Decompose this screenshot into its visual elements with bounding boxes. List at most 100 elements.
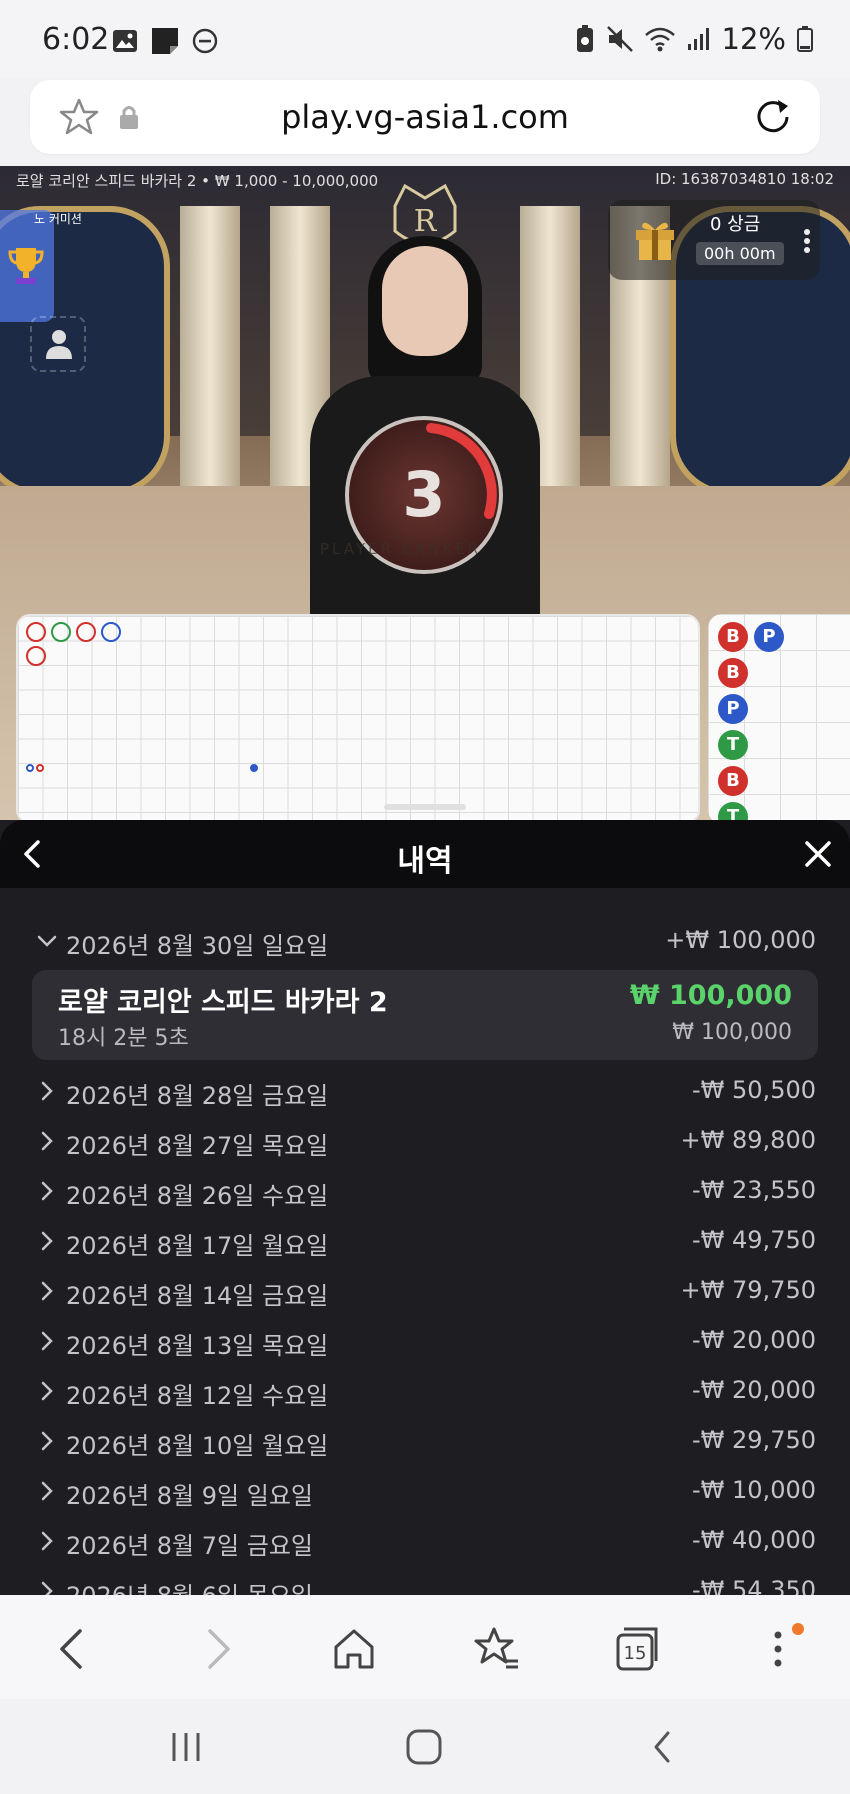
address-bar[interactable]: play.vg-asia1.com [30,80,820,154]
history-group-amount: -₩ 29,750 [692,1426,816,1454]
bead-road-item: P [718,694,748,724]
browser-forward-icon[interactable] [188,1621,244,1677]
prize-timer: 00h 00m [696,242,784,265]
history-group-date: 2026년 8월 30일 일요일 [66,932,329,960]
history-group-amount: +₩ 89,800 [680,1126,816,1154]
mute-icon [606,26,633,52]
history-group[interactable]: 2026년 8월 12일 수요일 -₩ 20,000 [30,1372,816,1416]
history-group-amount: +₩ 100,000 [665,926,816,954]
prize-count: 0 상금 [710,214,761,235]
system-back-icon[interactable] [648,1729,676,1765]
table-title: 로얄 코리안 스피드 바카라 2 • ₩ 1,000 - 10,000,000 [16,172,379,190]
live-game-view[interactable]: R 로얄 코리안 스피드 바카라 2 • ₩ 1,000 - 10,000,00… [0,166,850,820]
trophy-icon [8,248,44,284]
history-group[interactable]: 2026년 8월 10일 월요일 -₩ 29,750 [30,1422,816,1466]
road-mark [51,622,71,642]
chevron-right-icon [41,1481,53,1501]
history-group[interactable]: 2026년 8월 9일 일요일 -₩ 10,000 [30,1472,816,1516]
home-icon[interactable] [326,1621,382,1677]
history-group[interactable]: 2026년 8월 26일 수요일 -₩ 23,550 [30,1172,816,1216]
mission-label: 노 커미션 [34,212,82,226]
bead-road-item: B [718,622,748,652]
chevron-right-icon [41,1281,53,1301]
road-mark [76,622,96,642]
chevron-right-icon [41,1531,53,1551]
detail-win-amount: ₩ 100,000 [629,980,792,1011]
countdown-number: 3 [402,458,446,531]
history-group-date: 2026년 8월 12일 수요일 [66,1382,329,1410]
history-group-amount: -₩ 23,550 [692,1176,816,1204]
history-detail-item[interactable]: 로얄 코리안 스피드 바카라 2 18시 2분 5초 ₩ 100,000 ₩ 1… [32,970,818,1060]
battery-icon [797,26,813,52]
signal-icon [687,28,709,50]
url-text[interactable]: play.vg-asia1.com [30,98,820,136]
bead-road-item: T [718,802,748,820]
system-navigation-bar [0,1699,850,1794]
chevron-right-icon [41,1081,53,1101]
big-road[interactable] [16,614,700,820]
bead-road-item: B [718,658,748,688]
history-group[interactable]: 2026년 8월 27일 목요일 +₩ 89,800 [30,1122,816,1166]
wifi-icon [644,27,675,52]
round-id: ID: 16387034810 18:02 [655,170,834,188]
road-mark [26,646,46,666]
system-status: 12% [574,22,814,56]
notification-icons [112,26,218,56]
history-group-date: 2026년 8월 7일 금요일 [66,1532,313,1560]
history-group-date: 2026년 8월 27일 목요일 [66,1132,329,1160]
status-bar: 6:02 12% [0,0,850,78]
history-group-date: 2026년 8월 26일 수요일 [66,1182,329,1210]
home-button-icon[interactable] [404,1727,444,1767]
road-mark [26,622,46,642]
history-group-amount: +₩ 79,750 [680,1276,816,1304]
detail-bet-amount: ₩ 100,000 [672,1020,792,1045]
recent-apps-icon[interactable] [166,1729,206,1765]
sheet-drag-handle[interactable] [384,804,466,810]
history-group-date: 2026년 8월 14일 금요일 [66,1282,329,1310]
close-icon[interactable] [802,838,834,870]
detail-game-name: 로얄 코리안 스피드 바카라 2 [58,987,388,1018]
history-group[interactable]: 2026년 8월 14일 금요일 +₩ 79,750 [30,1272,816,1316]
bead-road[interactable]: B P B P T B T [708,614,850,820]
history-title: 내역 [397,844,453,879]
tabs-button[interactable]: 15 [608,1621,664,1677]
road-mark [36,764,44,772]
history-group-amount: -₩ 49,750 [692,1226,816,1254]
battery-percent: 12% [721,22,786,56]
history-group-amount: -₩ 20,000 [692,1376,816,1404]
history-group[interactable]: 2026년 8월 28일 금요일 -₩ 50,500 [30,1072,816,1116]
detail-time: 18시 2분 5초 [58,1026,189,1051]
bookmarks-icon[interactable] [468,1621,524,1677]
battery-saver-icon [576,25,593,52]
history-group-date: 2026년 8월 28일 금요일 [66,1082,329,1110]
history-group[interactable]: 2026년 8월 17일 월요일 -₩ 49,750 [30,1222,816,1266]
chevron-down-icon [37,935,57,947]
chevron-right-icon [41,1231,53,1251]
user-button[interactable] [30,316,86,372]
more-vertical-icon[interactable] [802,228,812,254]
note-icon [152,28,178,54]
history-group-date: 2026년 8월 9일 일요일 [66,1482,313,1510]
user-icon [46,330,72,359]
history-group-amount: -₩ 10,000 [692,1476,816,1504]
browser-back-icon[interactable] [46,1621,102,1677]
chevron-right-icon [41,1331,53,1351]
status-time: 6:02 [42,22,110,57]
reload-icon[interactable] [752,96,794,138]
history-group-amount: -₩ 20,000 [692,1326,816,1354]
chevron-right-icon [41,1431,53,1451]
history-group[interactable]: 2026년 8월 13일 목요일 -₩ 20,000 [30,1322,816,1366]
menu-icon[interactable] [750,1621,806,1677]
prize-panel[interactable]: 0 상금 00h 00m [608,200,820,280]
history-group-expanded[interactable]: 2026년 8월 30일 일요일 +₩ 100,000 [30,922,816,966]
history-group-date: 2026년 8월 13일 목요일 [66,1332,329,1360]
chevron-right-icon [41,1131,53,1151]
gift-icon [636,222,674,260]
history-header: 내역 [0,820,850,888]
history-group[interactable]: 2026년 8월 7일 금요일 -₩ 40,000 [30,1522,816,1566]
image-icon [113,30,137,52]
chevron-right-icon [41,1381,53,1401]
road-mark [101,622,121,642]
browser-toolbar: 15 [0,1595,850,1699]
road-mark [250,764,258,772]
